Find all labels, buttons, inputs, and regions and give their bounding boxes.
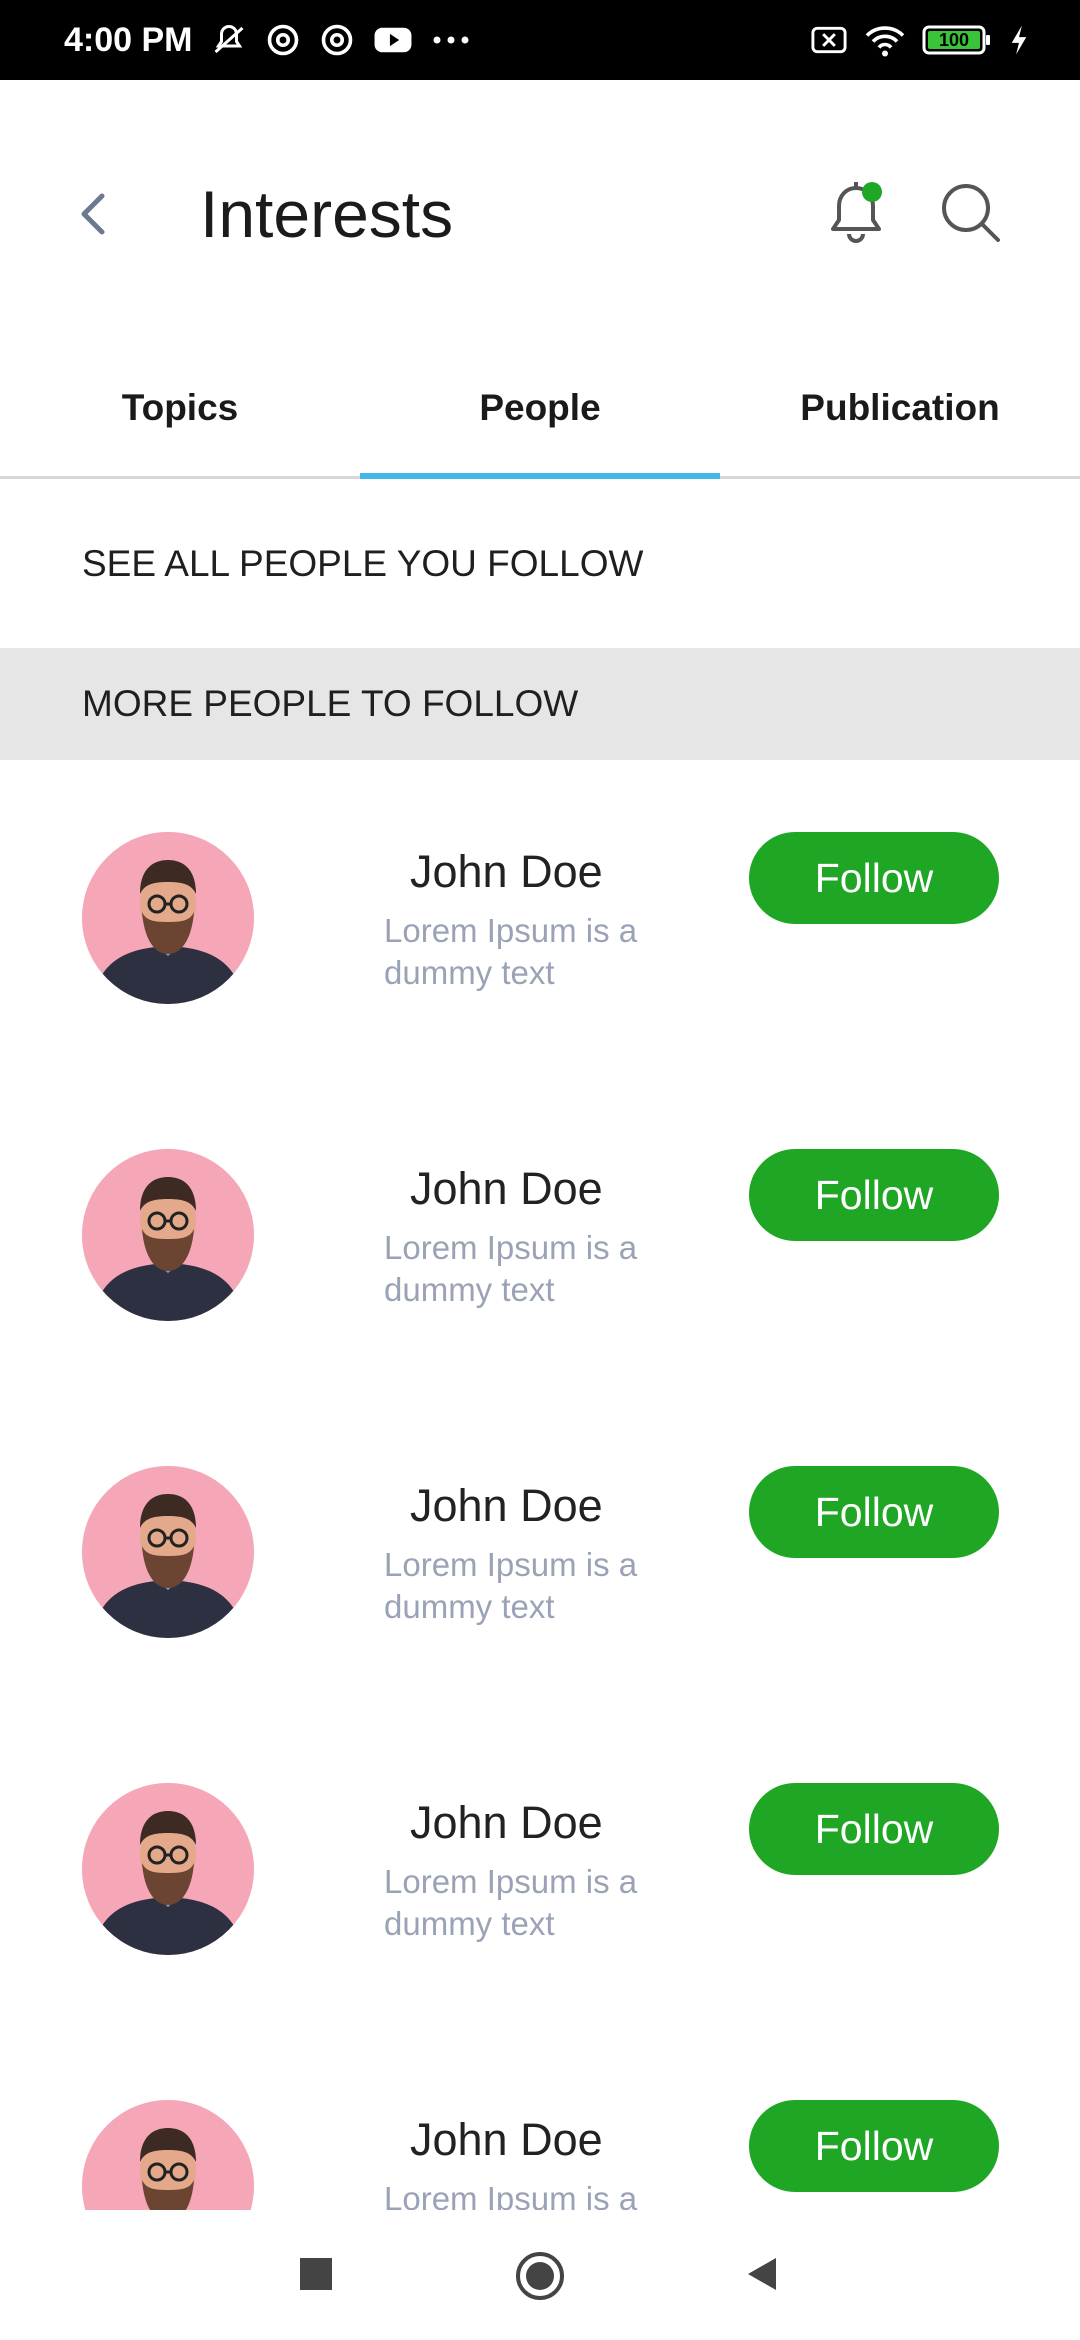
more-people-header: MORE PEOPLE TO FOLLOW [0, 648, 1080, 760]
follow-button[interactable]: Follow [749, 1466, 999, 1558]
person-name: John Doe [410, 846, 603, 897]
person-subtitle: Lorem Ipsum is a dummy text [384, 1229, 638, 1308]
avatar [82, 2100, 254, 2210]
see-all-label: SEE ALL PEOPLE YOU FOLLOW [82, 542, 644, 584]
charging-icon [1008, 24, 1030, 56]
avatar [82, 1149, 254, 1321]
status-bar: 4:00 PM 100 [0, 0, 1080, 80]
status-left: 4:00 PM [0, 21, 471, 60]
avatar [82, 832, 254, 1004]
status-time: 4:00 PM [64, 20, 193, 59]
tab-bar: Topics People Publication [0, 340, 1080, 479]
tab-topics[interactable]: Topics [0, 340, 360, 476]
person-row: John Doe Lorem Ipsum is a dummy text Fol… [0, 2028, 1080, 2210]
search-icon[interactable] [938, 180, 1002, 244]
back-arrow-icon[interactable] [70, 184, 120, 244]
follow-button[interactable]: Follow [749, 1149, 999, 1241]
sim-off-icon [810, 25, 848, 55]
see-all-people-link[interactable]: SEE ALL PEOPLE YOU FOLLOW [0, 479, 1080, 648]
at-sign-icon [319, 22, 355, 58]
app-header: Interests [0, 80, 1080, 340]
follow-button[interactable]: Follow [749, 1783, 999, 1875]
person-name: John Doe [410, 1480, 603, 1531]
person-row: John Doe Lorem Ipsum is a dummy text Fol… [0, 760, 1080, 1077]
tab-people[interactable]: People [360, 340, 720, 476]
back-button[interactable] [742, 2254, 782, 2294]
avatar [82, 1783, 254, 1955]
system-nav-bar [0, 2210, 1080, 2340]
follow-button[interactable]: Follow [749, 2100, 999, 2192]
person-row: John Doe Lorem Ipsum is a dummy text Fol… [0, 1394, 1080, 1711]
battery-level: 100 [938, 30, 970, 50]
avatar [82, 1466, 254, 1638]
follow-button[interactable]: Follow [749, 832, 999, 924]
youtube-icon [373, 24, 413, 56]
person-subtitle: Lorem Ipsum is a dummy text [384, 912, 638, 991]
more-dots-icon [431, 34, 471, 46]
people-list: John Doe Lorem Ipsum is a dummy text Fol… [0, 760, 1080, 2210]
person-name: John Doe [410, 1797, 603, 1848]
person-row: John Doe Lorem Ipsum is a dummy text Fol… [0, 1711, 1080, 2028]
page-title: Interests [200, 177, 454, 251]
at-sign-icon [265, 22, 301, 58]
battery-icon: 100 [922, 24, 992, 56]
tab-publication[interactable]: Publication [720, 340, 1080, 476]
person-name: John Doe [410, 1163, 603, 1214]
person-row: John Doe Lorem Ipsum is a dummy text Fol… [0, 1077, 1080, 1394]
person-subtitle: Lorem Ipsum is a dummy text [384, 1863, 638, 1942]
status-right: 100 [810, 22, 1080, 58]
person-name: John Doe [410, 2114, 603, 2165]
notification-bell-icon[interactable] [826, 178, 886, 250]
notification-dot [862, 182, 882, 202]
mute-bell-icon [211, 22, 247, 58]
recents-button[interactable] [300, 2258, 332, 2290]
person-subtitle: Lorem Ipsum is a dummy text [384, 2180, 638, 2210]
wifi-icon [864, 22, 906, 58]
home-button[interactable] [514, 2250, 566, 2302]
more-people-label: MORE PEOPLE TO FOLLOW [82, 683, 579, 724]
person-subtitle: Lorem Ipsum is a dummy text [384, 1546, 638, 1625]
